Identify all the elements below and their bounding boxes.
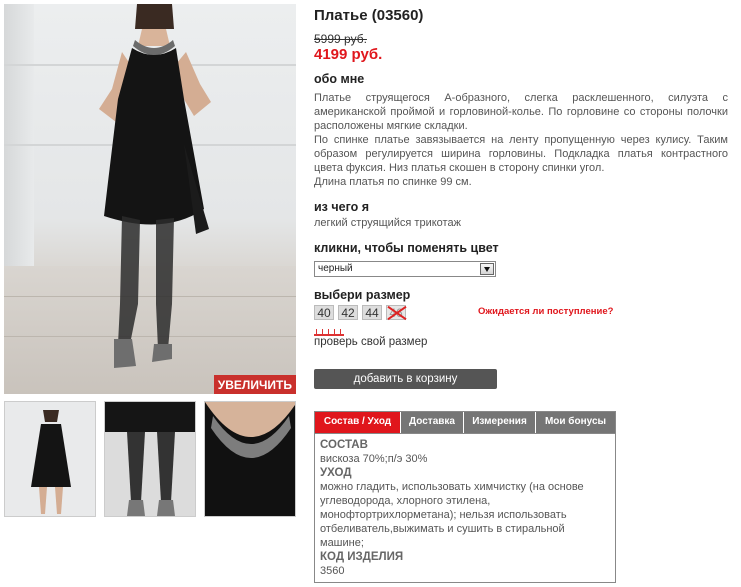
tab-composition-care[interactable]: Состав / Уход bbox=[315, 412, 401, 433]
thumbnail-image bbox=[5, 402, 95, 516]
old-price: 5999 руб. bbox=[314, 32, 367, 46]
thumbnail-back-view[interactable] bbox=[4, 401, 96, 517]
thumbnail-image bbox=[205, 402, 295, 516]
color-heading: кликни, чтобы поменять цвет bbox=[314, 241, 499, 255]
description-paragraph: Платье струящегося А-образного, слегка р… bbox=[314, 92, 728, 132]
info-tabs-panel: Состав / Уход Доставка Измерения Мои бон… bbox=[314, 411, 616, 583]
restock-inquiry-link[interactable]: Ожидается ли поступление? bbox=[478, 306, 613, 317]
product-code: 3560 bbox=[320, 565, 345, 577]
material-heading: из чего я bbox=[314, 200, 370, 214]
about-heading: обо мне bbox=[314, 72, 365, 86]
check-size-link[interactable]: проверь свой размер bbox=[314, 336, 427, 348]
product-code-heading: КОД ИЗДЕЛИЯ bbox=[320, 551, 404, 563]
size-option-40[interactable]: 40 bbox=[314, 305, 334, 320]
thumbnail-neckline-view[interactable] bbox=[204, 401, 296, 517]
model-figure bbox=[99, 4, 211, 368]
thumbnail-image bbox=[105, 402, 195, 516]
tab-delivery[interactable]: Доставка bbox=[401, 412, 464, 433]
size-options: 40 42 44 46 bbox=[314, 305, 406, 320]
care-heading: УХОД bbox=[320, 467, 352, 479]
tab-my-bonuses[interactable]: Мои бонусы bbox=[536, 412, 615, 433]
thumbnail-legs-view[interactable] bbox=[104, 401, 196, 517]
description-paragraph: Длина платья по спинке 99 см. bbox=[314, 176, 472, 188]
add-to-cart-button[interactable]: добавить в корзину bbox=[314, 369, 497, 389]
current-price: 4199 руб. bbox=[314, 46, 383, 63]
tab-content: СОСТАВ вискоза 70%;п/э 30% УХОД можно гл… bbox=[315, 434, 615, 578]
size-option-46-unavailable: 46 bbox=[386, 305, 406, 320]
description-paragraph: По спинке платье завязывается на ленту п… bbox=[314, 134, 728, 174]
composition-heading: СОСТАВ bbox=[320, 439, 368, 451]
size-option-42[interactable]: 42 bbox=[338, 305, 358, 320]
product-main-photo[interactable]: УВЕЛИЧИТЬ bbox=[4, 4, 296, 394]
size-option-44[interactable]: 44 bbox=[362, 305, 382, 320]
color-select[interactable]: черный bbox=[314, 261, 496, 277]
tab-measurements[interactable]: Измерения bbox=[464, 412, 536, 433]
material-text: легкий струящийся трикотаж bbox=[314, 217, 461, 229]
product-title: Платье (03560) bbox=[314, 7, 424, 24]
chevron-down-icon[interactable] bbox=[480, 263, 494, 275]
care-text: можно гладить, использовать химчистку (н… bbox=[320, 481, 584, 549]
zoom-button[interactable]: УВЕЛИЧИТЬ bbox=[213, 375, 296, 394]
size-heading: выбери размер bbox=[314, 288, 411, 302]
color-select-value: черный bbox=[318, 263, 353, 274]
info-tabs: Состав / Уход Доставка Измерения Мои бон… bbox=[315, 412, 615, 434]
ruler-icon[interactable] bbox=[314, 328, 344, 336]
composition-text: вискоза 70%;п/э 30% bbox=[320, 453, 428, 465]
product-description: Платье струящегося А-образного, слегка р… bbox=[314, 91, 728, 189]
